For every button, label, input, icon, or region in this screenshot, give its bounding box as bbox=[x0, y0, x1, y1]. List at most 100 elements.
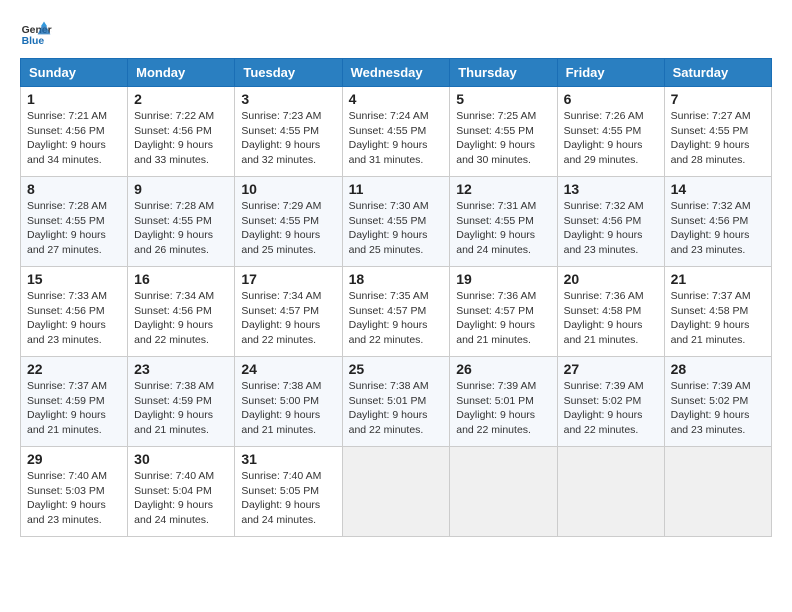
day-number: 7 bbox=[671, 91, 765, 107]
day-number: 12 bbox=[456, 181, 550, 197]
calendar-cell: 21 Sunrise: 7:37 AMSunset: 4:58 PMDaylig… bbox=[664, 267, 771, 357]
calendar-cell: 6 Sunrise: 7:26 AMSunset: 4:55 PMDayligh… bbox=[557, 87, 664, 177]
calendar-cell: 28 Sunrise: 7:39 AMSunset: 5:02 PMDaylig… bbox=[664, 357, 771, 447]
weekday-header: Tuesday bbox=[235, 59, 342, 87]
calendar-cell: 29 Sunrise: 7:40 AMSunset: 5:03 PMDaylig… bbox=[21, 447, 128, 537]
day-info: Sunrise: 7:36 AMSunset: 4:58 PMDaylight:… bbox=[564, 290, 644, 346]
calendar-cell: 9 Sunrise: 7:28 AMSunset: 4:55 PMDayligh… bbox=[128, 177, 235, 267]
calendar-cell bbox=[342, 447, 450, 537]
calendar-week-row: 15 Sunrise: 7:33 AMSunset: 4:56 PMDaylig… bbox=[21, 267, 772, 357]
calendar-cell bbox=[557, 447, 664, 537]
day-info: Sunrise: 7:36 AMSunset: 4:57 PMDaylight:… bbox=[456, 290, 536, 346]
day-number: 16 bbox=[134, 271, 228, 287]
calendar-cell: 30 Sunrise: 7:40 AMSunset: 5:04 PMDaylig… bbox=[128, 447, 235, 537]
calendar-header-row: SundayMondayTuesdayWednesdayThursdayFrid… bbox=[21, 59, 772, 87]
day-number: 27 bbox=[564, 361, 658, 377]
day-info: Sunrise: 7:39 AMSunset: 5:02 PMDaylight:… bbox=[671, 380, 751, 436]
calendar-cell: 2 Sunrise: 7:22 AMSunset: 4:56 PMDayligh… bbox=[128, 87, 235, 177]
calendar-week-row: 22 Sunrise: 7:37 AMSunset: 4:59 PMDaylig… bbox=[21, 357, 772, 447]
day-info: Sunrise: 7:39 AMSunset: 5:02 PMDaylight:… bbox=[564, 380, 644, 436]
weekday-header: Saturday bbox=[664, 59, 771, 87]
day-info: Sunrise: 7:38 AMSunset: 5:01 PMDaylight:… bbox=[349, 380, 429, 436]
day-info: Sunrise: 7:40 AMSunset: 5:04 PMDaylight:… bbox=[134, 470, 214, 526]
calendar-cell: 11 Sunrise: 7:30 AMSunset: 4:55 PMDaylig… bbox=[342, 177, 450, 267]
day-number: 29 bbox=[27, 451, 121, 467]
day-info: Sunrise: 7:33 AMSunset: 4:56 PMDaylight:… bbox=[27, 290, 107, 346]
calendar-cell: 23 Sunrise: 7:38 AMSunset: 4:59 PMDaylig… bbox=[128, 357, 235, 447]
weekday-header: Monday bbox=[128, 59, 235, 87]
calendar-cell: 5 Sunrise: 7:25 AMSunset: 4:55 PMDayligh… bbox=[450, 87, 557, 177]
day-number: 15 bbox=[27, 271, 121, 287]
day-number: 25 bbox=[349, 361, 444, 377]
day-number: 20 bbox=[564, 271, 658, 287]
day-number: 24 bbox=[241, 361, 335, 377]
day-number: 5 bbox=[456, 91, 550, 107]
day-info: Sunrise: 7:39 AMSunset: 5:01 PMDaylight:… bbox=[456, 380, 536, 436]
calendar-cell: 14 Sunrise: 7:32 AMSunset: 4:56 PMDaylig… bbox=[664, 177, 771, 267]
calendar-cell: 24 Sunrise: 7:38 AMSunset: 5:00 PMDaylig… bbox=[235, 357, 342, 447]
day-info: Sunrise: 7:25 AMSunset: 4:55 PMDaylight:… bbox=[456, 110, 536, 166]
calendar-cell: 13 Sunrise: 7:32 AMSunset: 4:56 PMDaylig… bbox=[557, 177, 664, 267]
day-number: 8 bbox=[27, 181, 121, 197]
day-number: 11 bbox=[349, 181, 444, 197]
calendar-cell: 19 Sunrise: 7:36 AMSunset: 4:57 PMDaylig… bbox=[450, 267, 557, 357]
day-info: Sunrise: 7:40 AMSunset: 5:05 PMDaylight:… bbox=[241, 470, 321, 526]
day-number: 6 bbox=[564, 91, 658, 107]
calendar-cell: 20 Sunrise: 7:36 AMSunset: 4:58 PMDaylig… bbox=[557, 267, 664, 357]
day-info: Sunrise: 7:32 AMSunset: 4:56 PMDaylight:… bbox=[671, 200, 751, 256]
calendar-cell bbox=[450, 447, 557, 537]
day-info: Sunrise: 7:35 AMSunset: 4:57 PMDaylight:… bbox=[349, 290, 429, 346]
calendar-cell: 3 Sunrise: 7:23 AMSunset: 4:55 PMDayligh… bbox=[235, 87, 342, 177]
day-number: 26 bbox=[456, 361, 550, 377]
day-info: Sunrise: 7:21 AMSunset: 4:56 PMDaylight:… bbox=[27, 110, 107, 166]
calendar-cell: 12 Sunrise: 7:31 AMSunset: 4:55 PMDaylig… bbox=[450, 177, 557, 267]
day-info: Sunrise: 7:28 AMSunset: 4:55 PMDaylight:… bbox=[134, 200, 214, 256]
calendar-week-row: 8 Sunrise: 7:28 AMSunset: 4:55 PMDayligh… bbox=[21, 177, 772, 267]
day-info: Sunrise: 7:28 AMSunset: 4:55 PMDaylight:… bbox=[27, 200, 107, 256]
day-number: 13 bbox=[564, 181, 658, 197]
calendar-cell: 25 Sunrise: 7:38 AMSunset: 5:01 PMDaylig… bbox=[342, 357, 450, 447]
calendar-cell: 4 Sunrise: 7:24 AMSunset: 4:55 PMDayligh… bbox=[342, 87, 450, 177]
calendar-cell: 17 Sunrise: 7:34 AMSunset: 4:57 PMDaylig… bbox=[235, 267, 342, 357]
svg-text:Blue: Blue bbox=[22, 36, 45, 47]
day-info: Sunrise: 7:23 AMSunset: 4:55 PMDaylight:… bbox=[241, 110, 321, 166]
calendar-cell: 22 Sunrise: 7:37 AMSunset: 4:59 PMDaylig… bbox=[21, 357, 128, 447]
day-number: 22 bbox=[27, 361, 121, 377]
logo: General Blue bbox=[20, 20, 52, 48]
logo-icon: General Blue bbox=[20, 20, 52, 48]
weekday-header: Sunday bbox=[21, 59, 128, 87]
day-number: 10 bbox=[241, 181, 335, 197]
calendar-cell: 7 Sunrise: 7:27 AMSunset: 4:55 PMDayligh… bbox=[664, 87, 771, 177]
day-number: 19 bbox=[456, 271, 550, 287]
day-info: Sunrise: 7:26 AMSunset: 4:55 PMDaylight:… bbox=[564, 110, 644, 166]
calendar-table: SundayMondayTuesdayWednesdayThursdayFrid… bbox=[20, 58, 772, 537]
day-number: 17 bbox=[241, 271, 335, 287]
day-info: Sunrise: 7:38 AMSunset: 4:59 PMDaylight:… bbox=[134, 380, 214, 436]
day-info: Sunrise: 7:24 AMSunset: 4:55 PMDaylight:… bbox=[349, 110, 429, 166]
calendar-cell: 8 Sunrise: 7:28 AMSunset: 4:55 PMDayligh… bbox=[21, 177, 128, 267]
day-info: Sunrise: 7:38 AMSunset: 5:00 PMDaylight:… bbox=[241, 380, 321, 436]
day-info: Sunrise: 7:32 AMSunset: 4:56 PMDaylight:… bbox=[564, 200, 644, 256]
weekday-header: Thursday bbox=[450, 59, 557, 87]
day-info: Sunrise: 7:27 AMSunset: 4:55 PMDaylight:… bbox=[671, 110, 751, 166]
day-number: 30 bbox=[134, 451, 228, 467]
page-header: General Blue bbox=[20, 20, 772, 48]
day-number: 28 bbox=[671, 361, 765, 377]
calendar-cell: 15 Sunrise: 7:33 AMSunset: 4:56 PMDaylig… bbox=[21, 267, 128, 357]
day-number: 18 bbox=[349, 271, 444, 287]
calendar-cell: 31 Sunrise: 7:40 AMSunset: 5:05 PMDaylig… bbox=[235, 447, 342, 537]
day-number: 21 bbox=[671, 271, 765, 287]
day-info: Sunrise: 7:40 AMSunset: 5:03 PMDaylight:… bbox=[27, 470, 107, 526]
calendar-cell: 27 Sunrise: 7:39 AMSunset: 5:02 PMDaylig… bbox=[557, 357, 664, 447]
day-info: Sunrise: 7:34 AMSunset: 4:57 PMDaylight:… bbox=[241, 290, 321, 346]
calendar-week-row: 1 Sunrise: 7:21 AMSunset: 4:56 PMDayligh… bbox=[21, 87, 772, 177]
day-info: Sunrise: 7:31 AMSunset: 4:55 PMDaylight:… bbox=[456, 200, 536, 256]
day-info: Sunrise: 7:37 AMSunset: 4:58 PMDaylight:… bbox=[671, 290, 751, 346]
calendar-cell: 18 Sunrise: 7:35 AMSunset: 4:57 PMDaylig… bbox=[342, 267, 450, 357]
calendar-cell: 26 Sunrise: 7:39 AMSunset: 5:01 PMDaylig… bbox=[450, 357, 557, 447]
day-number: 3 bbox=[241, 91, 335, 107]
day-number: 1 bbox=[27, 91, 121, 107]
day-info: Sunrise: 7:34 AMSunset: 4:56 PMDaylight:… bbox=[134, 290, 214, 346]
day-info: Sunrise: 7:22 AMSunset: 4:56 PMDaylight:… bbox=[134, 110, 214, 166]
day-info: Sunrise: 7:37 AMSunset: 4:59 PMDaylight:… bbox=[27, 380, 107, 436]
